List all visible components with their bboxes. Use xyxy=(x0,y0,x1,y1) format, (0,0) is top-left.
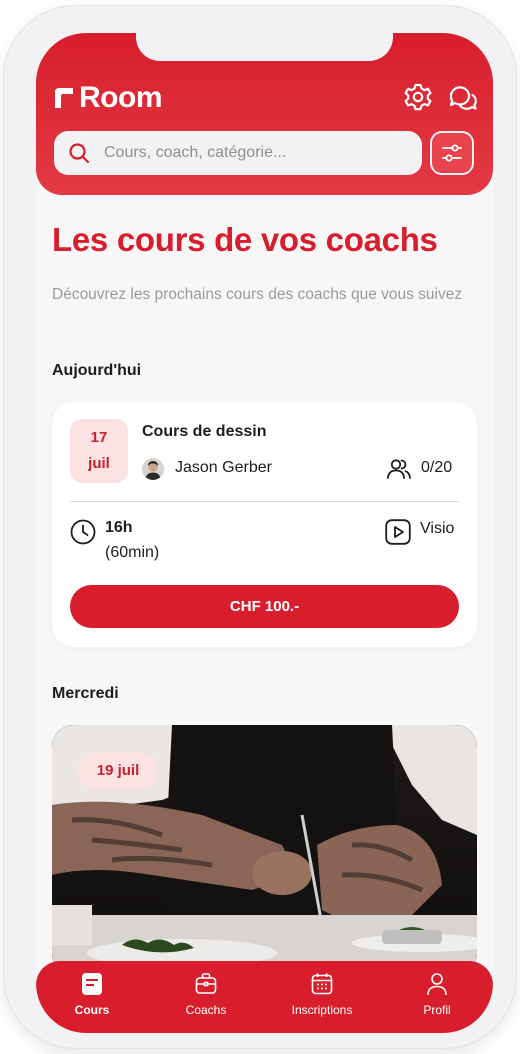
app-screen: Room Cours, coach, catégorie... Les cour… xyxy=(36,33,493,1033)
page-subtitle: Découvrez les prochains cours des coachs… xyxy=(52,286,463,303)
chat-icon[interactable] xyxy=(446,81,478,113)
tab-profil-label: Profil xyxy=(423,1003,451,1017)
user-icon xyxy=(427,973,447,996)
tab-coachs[interactable]: Coachs xyxy=(156,961,256,1033)
tab-coachs-label: Coachs xyxy=(185,1003,227,1017)
course-photo-card[interactable]: 19 juil xyxy=(52,725,477,975)
people-icon xyxy=(387,459,411,479)
book-icon xyxy=(82,973,102,995)
course-mode: Visio xyxy=(420,520,455,537)
video-play-icon xyxy=(385,519,411,545)
app-name: Room xyxy=(79,81,163,114)
tab-cours[interactable]: Cours xyxy=(42,961,142,1033)
price-button[interactable]: CHF 100.- xyxy=(70,585,459,628)
bottom-tab-bar: Cours Coachs Inscriptions Profil xyxy=(36,961,493,1033)
course-duration: (60min) xyxy=(105,544,160,561)
briefcase-icon xyxy=(195,973,217,994)
tab-inscriptions-label: Inscriptions xyxy=(291,1003,353,1017)
avatar xyxy=(142,458,164,480)
course-card[interactable]: 17 juil Cours de dessin Jason Gerber 0/2… xyxy=(52,402,477,647)
section-today-label: Aujourd'hui xyxy=(52,362,142,379)
filter-button[interactable] xyxy=(430,131,474,175)
phone-notch xyxy=(136,33,393,61)
course-title: Cours de dessin xyxy=(142,423,267,440)
gear-icon[interactable] xyxy=(402,81,434,113)
tab-cours-label: Cours xyxy=(74,1003,110,1017)
search-icon xyxy=(69,143,90,164)
room-logo-icon xyxy=(55,88,73,108)
search-input[interactable]: Cours, coach, catégorie... xyxy=(104,144,286,162)
coach-name[interactable]: Jason Gerber xyxy=(175,459,272,477)
app-header: Room Cours, coach, catégorie... xyxy=(36,33,493,195)
app-logo: Room xyxy=(52,81,163,115)
sliders-icon xyxy=(442,144,462,162)
date-day: 17 xyxy=(90,429,108,446)
clock-icon xyxy=(70,519,96,545)
search-bar[interactable]: Cours, coach, catégorie... xyxy=(54,131,422,175)
course-time: 16h xyxy=(105,519,133,536)
page-title: Les cours de vos coachs xyxy=(52,221,438,258)
divider xyxy=(70,501,459,502)
tab-profil[interactable]: Profil xyxy=(387,961,487,1033)
photo-date-badge: 19 juil xyxy=(78,752,158,790)
date-month: juil xyxy=(88,455,110,472)
participants-count: 0/20 xyxy=(421,459,453,476)
phone-frame: Room Cours, coach, catégorie... Les cour… xyxy=(4,6,516,1048)
date-badge: 17 juil xyxy=(70,419,128,483)
section-wednesday-label: Mercredi xyxy=(52,685,119,702)
tab-inscriptions[interactable]: Inscriptions xyxy=(272,961,372,1033)
calendar-icon xyxy=(311,973,333,995)
